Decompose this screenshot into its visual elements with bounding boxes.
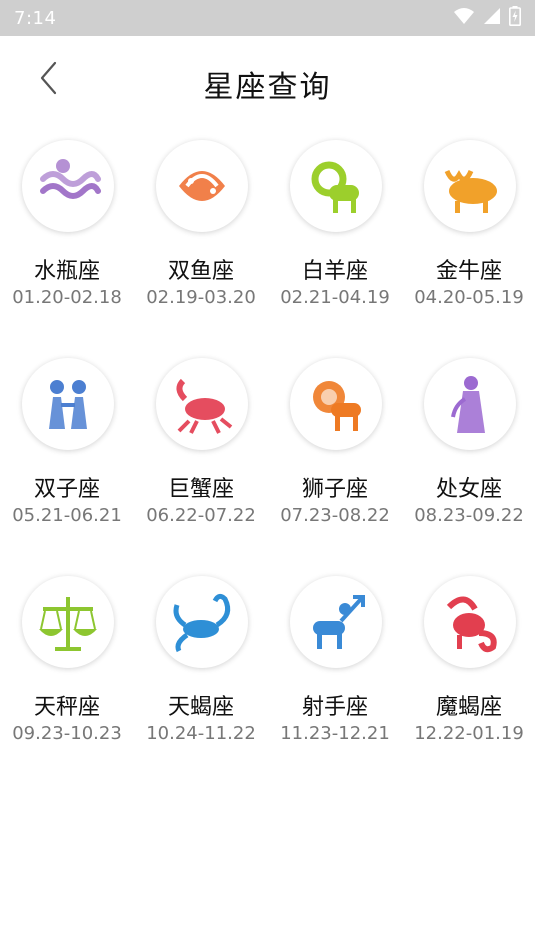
zodiac-name: 魔蝎座 bbox=[435, 695, 502, 720]
zodiac-icon-circle bbox=[22, 358, 114, 450]
zodiac-item[interactable]: 金牛座 04.20-05.19 bbox=[402, 140, 535, 340]
zodiac-item[interactable]: 天秤座 09.23-10.23 bbox=[0, 576, 134, 776]
zodiac-icon-circle bbox=[156, 576, 248, 668]
zodiac-item[interactable]: 双鱼座 02.19-03.20 bbox=[134, 140, 268, 340]
zodiac-item[interactable]: 射手座 11.23-12.21 bbox=[268, 576, 402, 776]
leo-icon bbox=[313, 381, 361, 431]
zodiac-item[interactable]: 天蝎座 10.24-11.22 bbox=[134, 576, 268, 776]
zodiac-icon-circle bbox=[424, 140, 516, 232]
zodiac-name: 处女座 bbox=[435, 477, 502, 502]
zodiac-name: 狮子座 bbox=[301, 477, 368, 502]
zodiac-name: 双子座 bbox=[33, 477, 100, 502]
zodiac-name: 天蝎座 bbox=[167, 695, 234, 720]
app-header: 星座查询 bbox=[0, 36, 535, 132]
scorpio-icon bbox=[173, 593, 231, 653]
zodiac-date-range: 07.23-08.22 bbox=[280, 505, 390, 526]
wifi-icon bbox=[453, 7, 475, 29]
status-bar: 7:14 bbox=[0, 0, 535, 36]
page-title: 星座查询 bbox=[203, 70, 332, 105]
zodiac-name: 双鱼座 bbox=[167, 259, 234, 284]
zodiac-item[interactable]: 白羊座 02.21-04.19 bbox=[268, 140, 402, 340]
zodiac-icon-circle bbox=[156, 358, 248, 450]
zodiac-date-range: 10.24-11.22 bbox=[146, 723, 256, 744]
zodiac-date-range: 06.22-07.22 bbox=[146, 505, 256, 526]
virgo-icon bbox=[451, 376, 485, 433]
zodiac-name: 天秤座 bbox=[33, 695, 100, 720]
cell-signal-icon bbox=[483, 7, 501, 29]
zodiac-date-range: 02.19-03.20 bbox=[146, 287, 256, 308]
zodiac-item[interactable]: 双子座 05.21-06.21 bbox=[0, 358, 134, 558]
zodiac-icon-circle bbox=[424, 576, 516, 668]
zodiac-name: 金牛座 bbox=[435, 259, 502, 284]
libra-icon bbox=[39, 597, 97, 651]
zodiac-name: 射手座 bbox=[301, 695, 368, 720]
zodiac-name: 白羊座 bbox=[301, 259, 368, 284]
zodiac-date-range: 01.20-02.18 bbox=[12, 287, 122, 308]
zodiac-date-range: 02.21-04.19 bbox=[280, 287, 390, 308]
pisces-icon bbox=[179, 171, 225, 201]
zodiac-date-range: 09.23-10.23 bbox=[12, 723, 122, 744]
cancer-icon bbox=[176, 378, 233, 434]
zodiac-icon-circle bbox=[290, 576, 382, 668]
zodiac-date-range: 04.20-05.19 bbox=[414, 287, 524, 308]
zodiac-item[interactable]: 狮子座 07.23-08.22 bbox=[268, 358, 402, 558]
zodiac-icon-circle bbox=[290, 358, 382, 450]
zodiac-icon-circle bbox=[22, 140, 114, 232]
status-time: 7:14 bbox=[14, 7, 57, 29]
taurus-icon bbox=[444, 169, 497, 213]
status-icons bbox=[453, 6, 521, 30]
zodiac-icon-circle bbox=[424, 358, 516, 450]
zodiac-icon-circle bbox=[22, 576, 114, 668]
zodiac-item[interactable]: 巨蟹座 06.22-07.22 bbox=[134, 358, 268, 558]
zodiac-item[interactable]: 水瓶座 01.20-02.18 bbox=[0, 140, 134, 340]
zodiac-date-range: 11.23-12.21 bbox=[280, 723, 390, 744]
zodiac-icon-circle bbox=[290, 140, 382, 232]
gemini-icon bbox=[49, 380, 87, 429]
battery-icon bbox=[509, 6, 521, 30]
zodiac-item[interactable]: 魔蝎座 12.22-01.19 bbox=[402, 576, 535, 776]
zodiac-date-range: 12.22-01.19 bbox=[414, 723, 524, 744]
sagittarius-icon bbox=[313, 595, 365, 649]
aries-icon bbox=[311, 161, 359, 213]
capricorn-icon bbox=[446, 596, 497, 653]
aquarius-icon bbox=[40, 159, 101, 199]
zodiac-name: 巨蟹座 bbox=[167, 477, 234, 502]
zodiac-icon-circle bbox=[156, 140, 248, 232]
zodiac-item[interactable]: 处女座 08.23-09.22 bbox=[402, 358, 535, 558]
zodiac-name: 水瓶座 bbox=[33, 259, 100, 284]
zodiac-date-range: 05.21-06.21 bbox=[12, 505, 122, 526]
zodiac-date-range: 08.23-09.22 bbox=[414, 505, 524, 526]
